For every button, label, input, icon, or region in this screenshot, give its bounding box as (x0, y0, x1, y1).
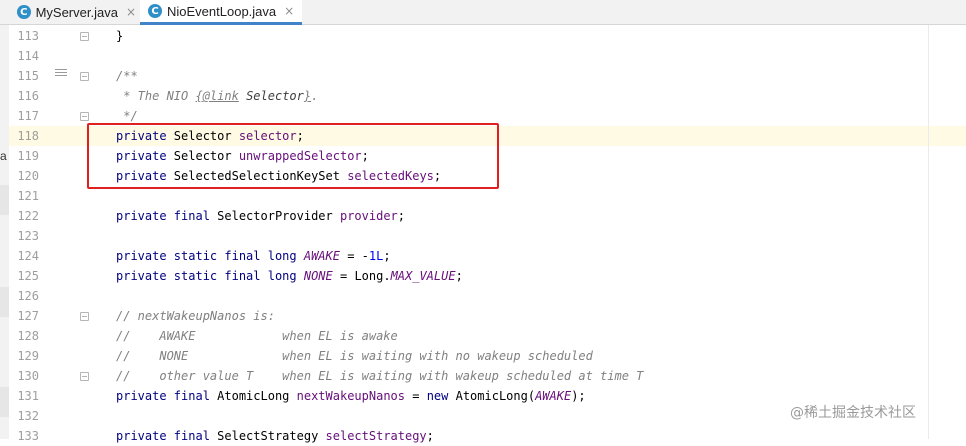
keyword: private final (116, 429, 210, 443)
left-tool-strip (0, 25, 9, 439)
watermark: @稀土掘金技术社区 (790, 405, 916, 421)
javadoc-link-tag: @link (202, 89, 239, 103)
java-class-icon: C (17, 5, 31, 19)
operator: = - (339, 249, 369, 263)
editor-tab-bar: C MyServer.java × C NioEventLoop.java × (0, 0, 966, 25)
code-line-124[interactable]: private static final long AWAKE = -1L; (116, 246, 391, 266)
type-name: SelectorProvider (209, 209, 340, 223)
javadoc-text: */ (116, 109, 138, 123)
line-number: 130 (17, 369, 39, 383)
line-number: 115 (17, 69, 39, 83)
javadoc-text: * The NIO (116, 89, 196, 103)
tab-nioeventloop[interactable]: C NioEventLoop.java × (140, 0, 302, 25)
line-number: 129 (17, 349, 39, 363)
line-comment: // NONE when EL is waiting with no wakeu… (116, 349, 593, 363)
line-number: 121 (17, 189, 39, 203)
code-line-129[interactable]: // NONE when EL is waiting with no wakeu… (116, 346, 593, 366)
punct: ; (426, 429, 434, 443)
keyword: private final (116, 389, 210, 403)
line-number: 118 (17, 129, 39, 143)
java-class-icon: C (148, 4, 162, 18)
fold-marker-icon[interactable] (80, 372, 89, 381)
constructor-call: AtomicLong( (448, 389, 536, 403)
line-comment: // AWAKE when EL is awake (116, 329, 398, 343)
line-number: 127 (17, 309, 39, 323)
line-number: 119 (17, 149, 39, 163)
operator: = (405, 389, 427, 403)
line-number: 126 (17, 289, 39, 303)
strip-segment (0, 387, 9, 417)
number-literal: 1L (368, 249, 384, 263)
constant-name: AWAKE (303, 249, 340, 263)
fold-marker-icon[interactable] (80, 112, 89, 121)
fold-marker-icon[interactable] (80, 72, 89, 81)
code-line-128[interactable]: // AWAKE when EL is awake (116, 326, 398, 346)
tab-label: MyServer.java (35, 4, 118, 20)
constant-ref: AWAKE (535, 389, 572, 403)
line-number: 133 (17, 429, 39, 443)
fold-marker-icon[interactable] (80, 32, 89, 41)
keyword: private final (116, 209, 210, 223)
right-margin-guide (928, 25, 929, 439)
code-line-116[interactable]: * The NIO {@link Selector}. (116, 86, 318, 106)
tab-myserver[interactable]: C MyServer.java × (0, 0, 136, 24)
javadoc-text: . (311, 89, 319, 103)
type-name: SelectStrategy (209, 429, 326, 443)
code-line-122[interactable]: private final SelectorProvider provider; (116, 206, 405, 226)
strip-segment (0, 287, 9, 317)
line-number: 132 (17, 409, 39, 423)
code-line-127[interactable]: // nextWakeupNanos is: (116, 306, 275, 326)
line-number: 124 (17, 249, 39, 263)
type-name: AtomicLong (209, 389, 297, 403)
line-number: 122 (17, 209, 39, 223)
constant-ref: MAX_VALUE (390, 269, 456, 283)
operator: = Long. (332, 269, 391, 283)
punct: ); (571, 389, 586, 403)
keyword: private static final long (116, 249, 297, 263)
code-line-115[interactable]: /** (116, 66, 138, 86)
line-number: 123 (17, 229, 39, 243)
code-line-125[interactable]: private static final long NONE = Long.MA… (116, 266, 463, 286)
code-text: } (116, 29, 124, 43)
line-number: 116 (17, 89, 39, 103)
keyword: new (426, 389, 449, 403)
strip-segment (0, 185, 9, 215)
constant-name: NONE (303, 269, 333, 283)
punct: ; (397, 209, 405, 223)
close-icon[interactable]: × (284, 4, 294, 18)
field-name: provider (339, 209, 398, 223)
line-comment: // nextWakeupNanos is: (116, 309, 275, 323)
javadoc-link-ref[interactable]: Selector (239, 89, 304, 103)
line-comment: // other value T when EL is waiting with… (116, 369, 644, 383)
line-number: 113 (17, 29, 39, 43)
line-number: 131 (17, 389, 39, 403)
code-line-133[interactable]: private final SelectStrategy selectStrat… (116, 426, 434, 446)
field-name: nextWakeupNanos (296, 389, 405, 403)
code-line-113[interactable]: } (116, 26, 123, 46)
javadoc-brace: { (195, 89, 203, 103)
highlight-box (87, 123, 499, 189)
keyword: private static final long (116, 269, 297, 283)
line-number: 120 (17, 169, 39, 183)
line-number: 125 (17, 269, 39, 283)
javadoc-text: /** (116, 69, 138, 83)
punct: ; (383, 249, 391, 263)
field-name: selectStrategy (325, 429, 427, 443)
line-number: 114 (17, 49, 39, 63)
close-icon[interactable]: × (126, 5, 136, 19)
fold-marker-icon[interactable] (80, 312, 89, 321)
line-number: 117 (17, 109, 39, 123)
punct: ; (455, 269, 463, 283)
code-line-130[interactable]: // other value T when EL is waiting with… (116, 366, 643, 386)
line-number: 128 (17, 329, 39, 343)
render-doc-icon[interactable] (55, 69, 67, 79)
side-fragment-text: a (0, 149, 7, 163)
code-line-131[interactable]: private final AtomicLong nextWakeupNanos… (116, 386, 586, 406)
tab-label: NioEventLoop.java (167, 3, 277, 19)
